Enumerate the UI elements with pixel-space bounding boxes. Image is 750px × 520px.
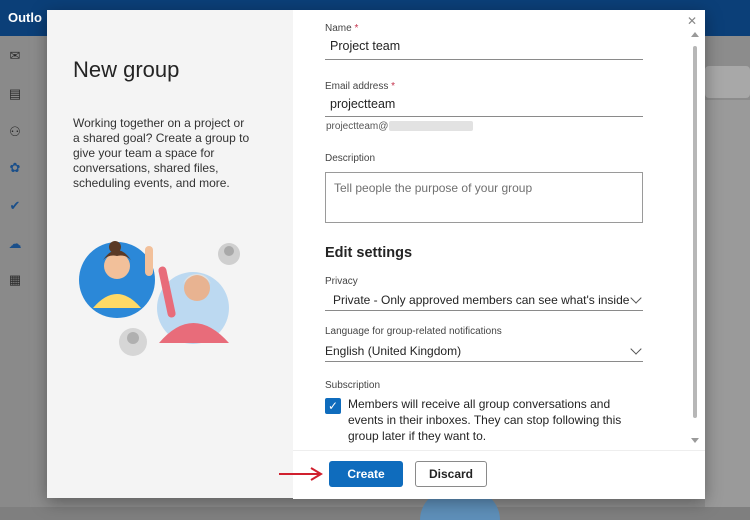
dialog-title: New group	[73, 57, 180, 82]
email-address-preview: projectteam@	[326, 121, 389, 132]
discard-button[interactable]: Discard	[415, 461, 487, 487]
apps-icon[interactable]: ▦	[7, 272, 23, 288]
people-icon[interactable]: ⚇	[7, 124, 23, 140]
todo-icon[interactable]: ✔	[7, 198, 23, 214]
description-textarea[interactable]: Tell people the purpose of your group	[325, 172, 643, 223]
edit-settings-heading: Edit settings	[325, 245, 413, 261]
subscription-description: Members will receive all group conversat…	[348, 397, 622, 443]
groups-icon[interactable]: ✿	[7, 160, 23, 176]
scroll-up-icon[interactable]	[691, 32, 699, 37]
background-card	[705, 66, 750, 98]
dialog-description: Working together on a project or a share…	[73, 116, 250, 190]
mail-icon[interactable]: ✉	[7, 48, 23, 64]
dialog-info-panel: New group Working together on a project …	[47, 10, 293, 498]
group-illustration	[79, 241, 240, 356]
cloud-icon[interactable]: ☁	[7, 236, 23, 252]
calendar-icon[interactable]: ▤	[7, 86, 23, 102]
email-input-underline	[325, 116, 643, 117]
name-input[interactable]: Project team	[330, 39, 400, 53]
privacy-underline	[325, 310, 643, 311]
close-icon[interactable]: ✕	[687, 14, 697, 28]
background-card	[705, 100, 750, 507]
privacy-dropdown[interactable]: Private - Only approved members can see …	[333, 293, 629, 307]
language-underline	[325, 361, 643, 362]
arrow-annotation-icon	[279, 467, 323, 481]
required-mark: *	[391, 81, 396, 92]
language-dropdown[interactable]: English (United Kingdom)	[325, 344, 461, 358]
subscription-checkbox[interactable]: ✓	[325, 398, 341, 414]
chevron-down-icon[interactable]	[630, 343, 642, 355]
name-input-underline	[325, 59, 643, 60]
email-label: Email address *	[325, 81, 395, 92]
subscription-label: Subscription	[325, 380, 381, 391]
language-label: Language for group-related notifications	[325, 326, 502, 337]
redacted-domain	[389, 121, 473, 131]
left-rail: ✉ ▤ ⚇ ✿ ✔ ☁ ▦	[0, 36, 30, 507]
description-label: Description	[325, 153, 376, 164]
scroll-down-icon[interactable]	[691, 438, 699, 443]
required-mark: *	[354, 23, 359, 34]
new-group-dialog: New group Working together on a project …	[47, 10, 705, 499]
description-placeholder: Tell people the purpose of your group	[334, 181, 533, 195]
name-label: Name *	[325, 23, 358, 34]
chevron-down-icon[interactable]	[630, 292, 642, 304]
email-label-text: Email address	[325, 81, 389, 92]
name-label-text: Name	[325, 23, 352, 34]
create-button[interactable]: Create	[329, 461, 403, 487]
app-title: Outlo	[8, 10, 42, 25]
privacy-label: Privacy	[325, 276, 358, 287]
scrollbar-thumb[interactable]	[693, 46, 697, 418]
email-input[interactable]: projectteam	[330, 97, 395, 111]
